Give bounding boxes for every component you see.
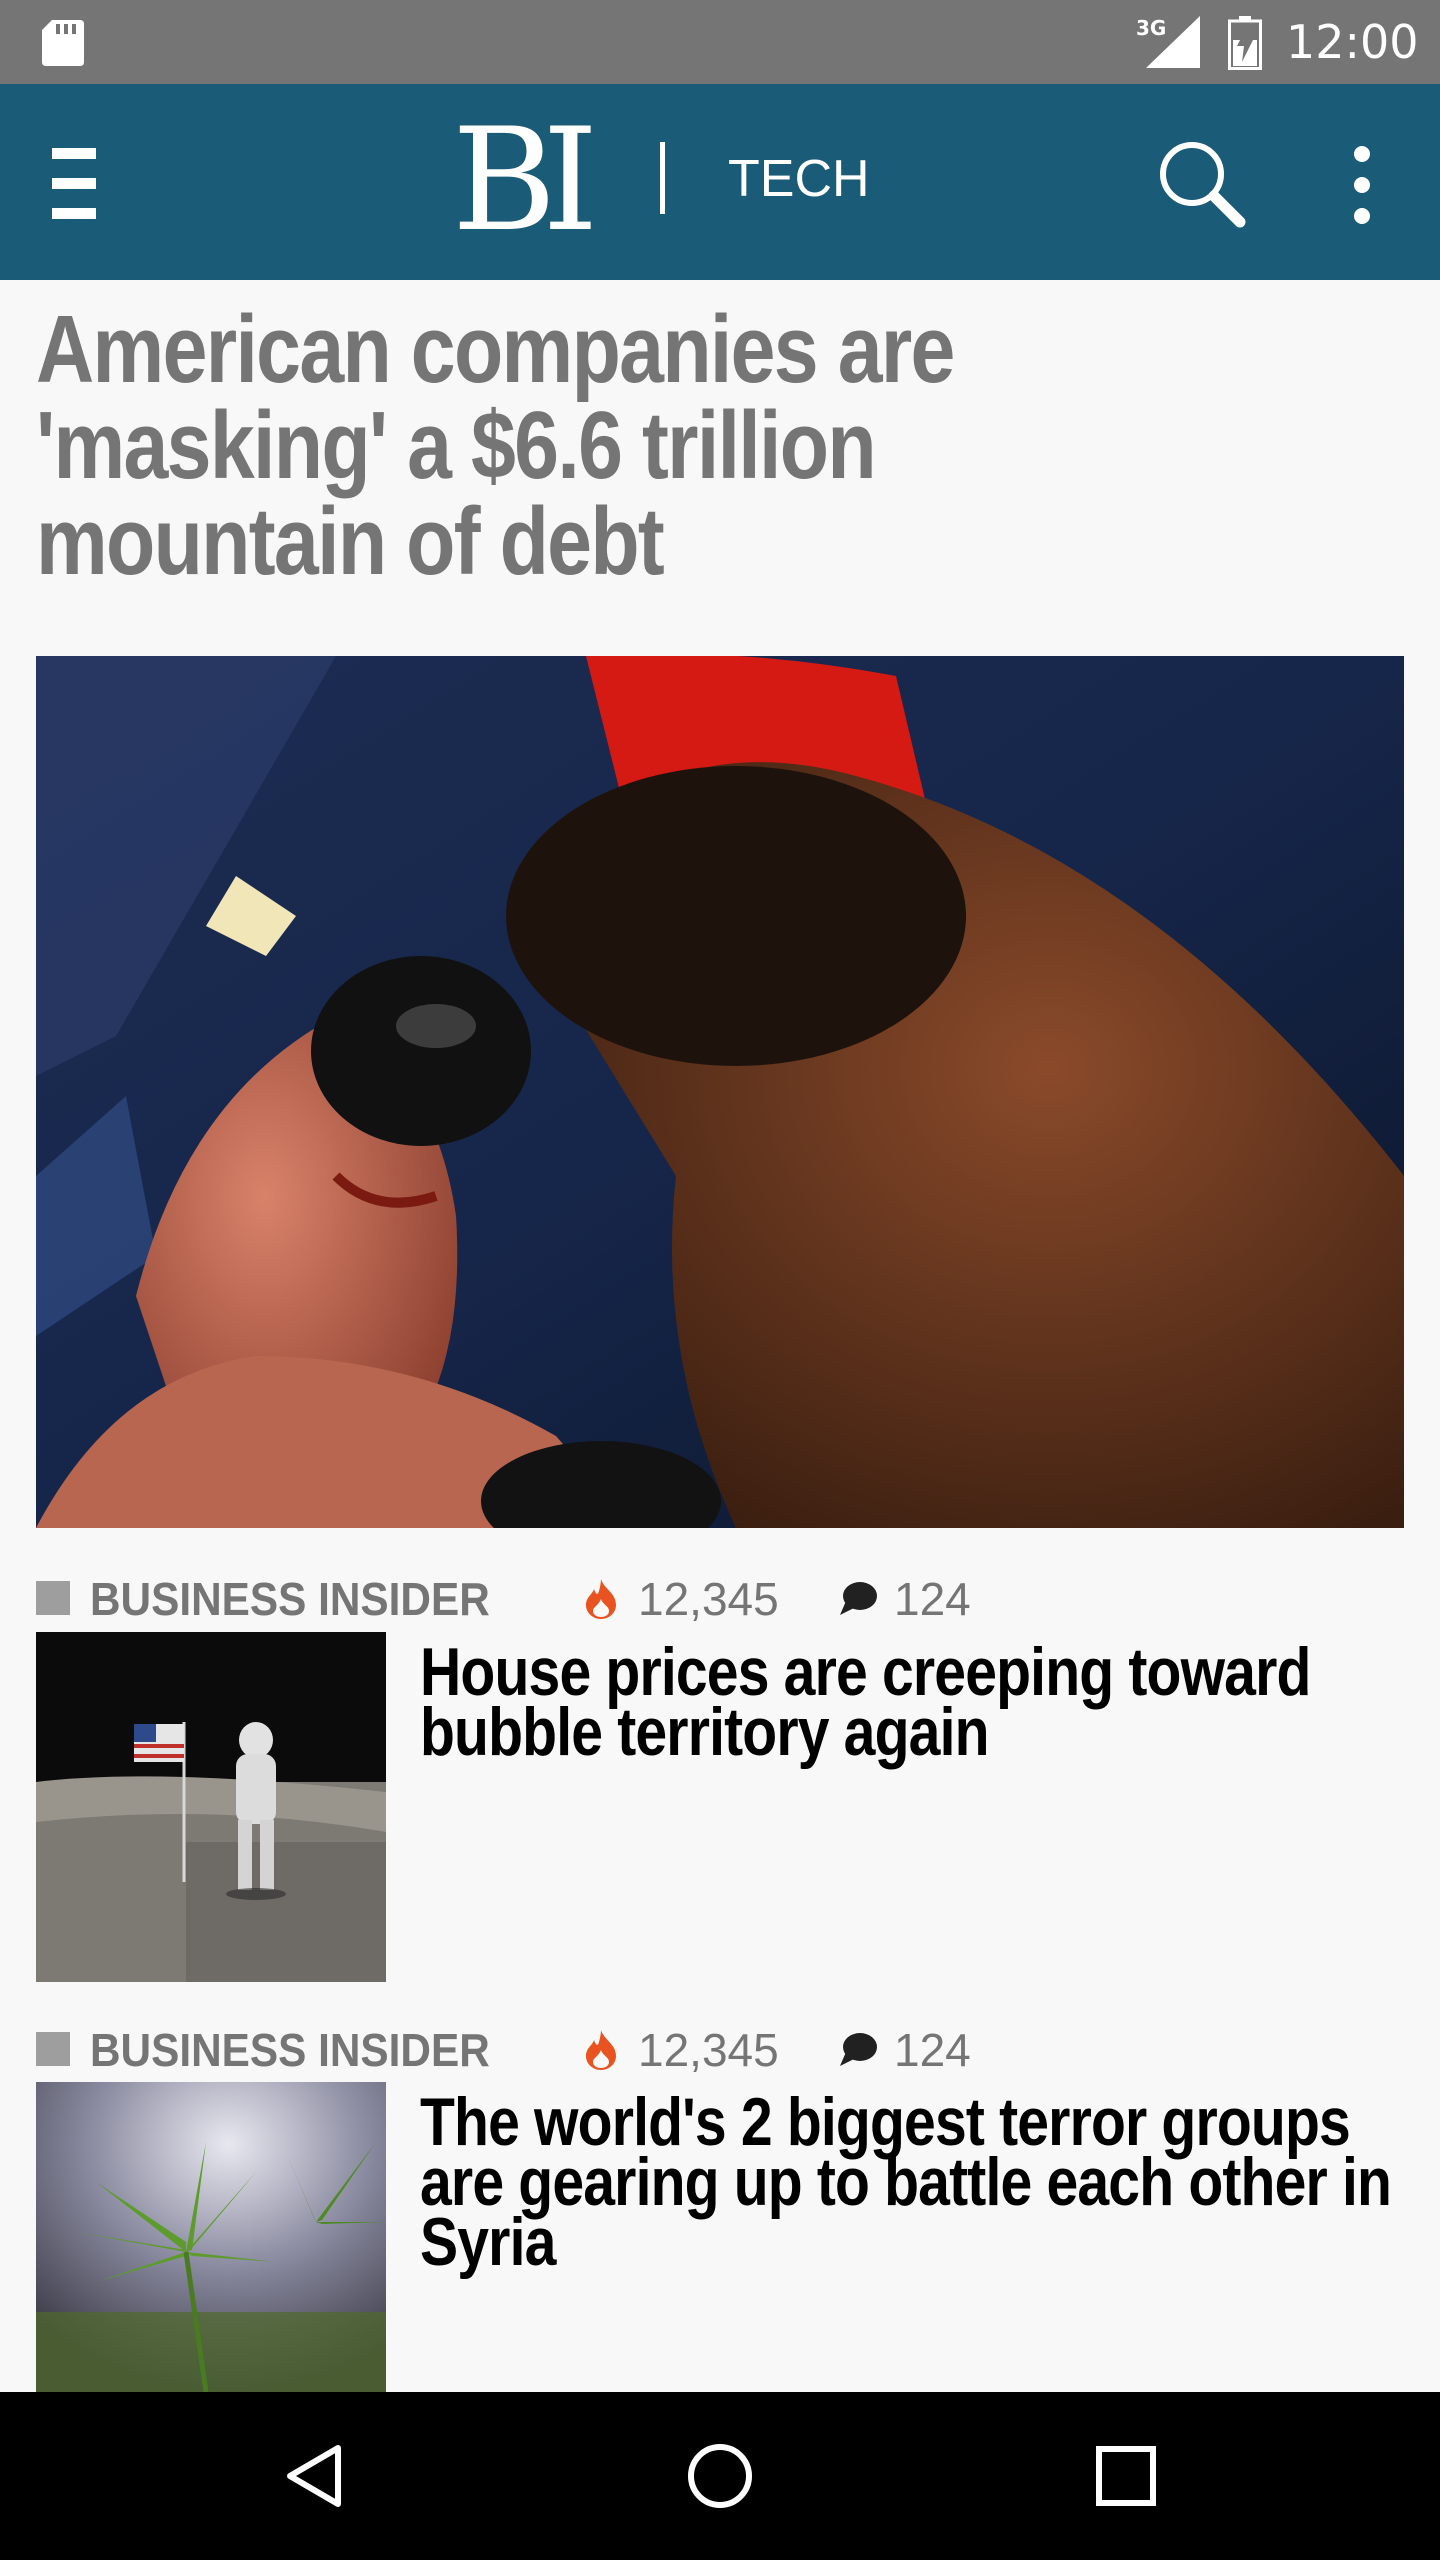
story-thumbnail[interactable] <box>36 1632 386 1982</box>
comment-count: 124 <box>894 2024 971 2076</box>
story-thumbnail[interactable] <box>36 2082 386 2392</box>
source-marker <box>36 2032 70 2066</box>
fire-icon <box>586 1579 616 1619</box>
comment-icon <box>840 1582 877 1615</box>
back-icon[interactable] <box>276 2436 356 2516</box>
source-marker <box>36 1581 70 1615</box>
recents-icon[interactable] <box>1086 2436 1166 2516</box>
views-count: 12,345 <box>638 2024 779 2076</box>
more-vert-icon[interactable] <box>1336 144 1388 226</box>
battery-icon <box>1228 16 1262 70</box>
network-type: 3G <box>1136 16 1167 40</box>
story-meta: BUSINESS INSIDER 12,345 124 <box>36 2022 1404 2078</box>
lead-story-headline[interactable]: American companies are 'masking' a $6.6 … <box>36 302 1044 590</box>
story-source: BUSINESS INSIDER <box>90 2024 490 2076</box>
comment-icon <box>840 2033 877 2066</box>
views-count: 12,345 <box>638 1573 779 1625</box>
story-source: BUSINESS INSIDER <box>90 1573 490 1625</box>
lead-story-image[interactable] <box>36 656 1404 1528</box>
sd-card-icon <box>42 20 84 66</box>
home-icon[interactable] <box>680 2436 760 2516</box>
story-title[interactable]: House prices are creeping toward bubble … <box>420 1638 1411 1766</box>
logo: BI <box>452 98 599 263</box>
menu-icon[interactable] <box>42 144 108 224</box>
system-nav-bar <box>0 2392 1440 2560</box>
app-bar: BI TECH <box>0 84 1440 280</box>
fire-icon <box>586 2030 616 2070</box>
section-title: TECH <box>728 150 870 208</box>
status-time: 12:00 <box>1286 15 1419 69</box>
story-meta: BUSINESS INSIDER 12,345 124 <box>36 1571 1404 1627</box>
logo-divider <box>660 142 665 214</box>
status-bar: 3G 12:00 <box>0 0 1440 84</box>
story-title[interactable]: The world's 2 biggest terror groups are … <box>420 2088 1411 2276</box>
comment-count: 124 <box>894 1573 971 1625</box>
search-icon[interactable] <box>1156 138 1246 228</box>
